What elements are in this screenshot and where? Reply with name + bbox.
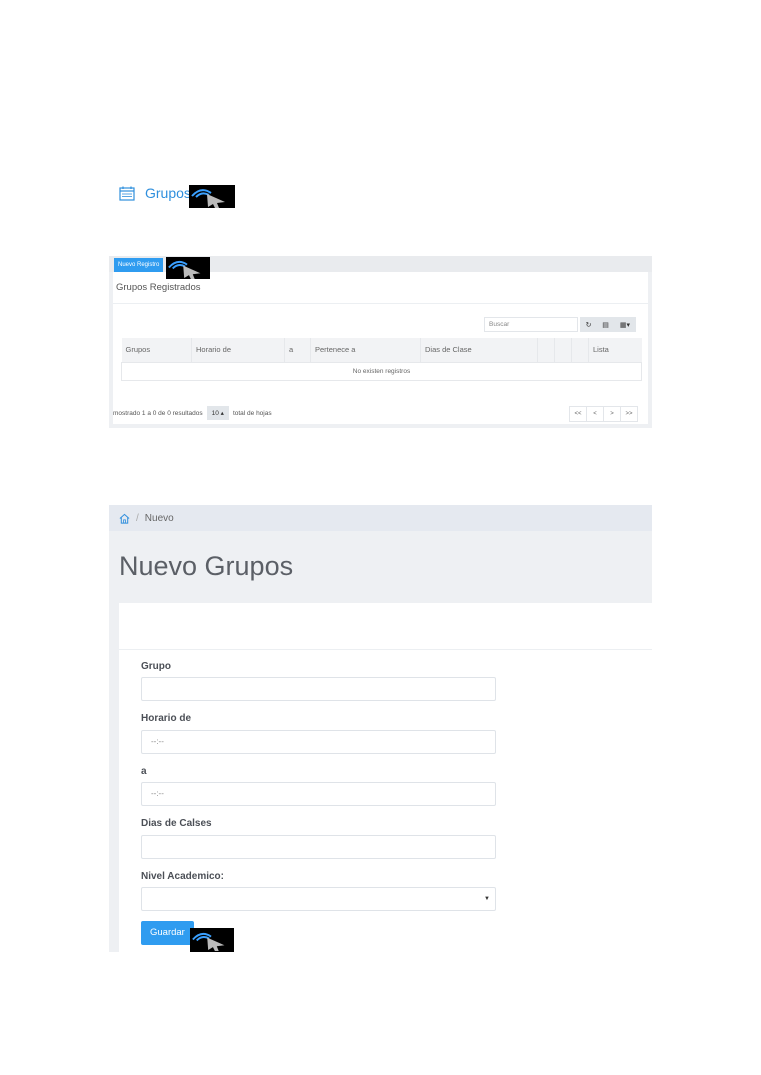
col-header[interactable] <box>571 338 589 362</box>
grupos-table: Grupos Horario de a Pertenece a Dias de … <box>121 338 642 381</box>
divider <box>119 649 652 650</box>
col-header[interactable]: Horario de <box>191 338 285 362</box>
refresh-button[interactable]: ↻ <box>580 317 597 332</box>
grupos-heading[interactable]: Grupos <box>119 184 191 202</box>
showing-text: mostrado 1 a 0 de 0 resultados <box>113 409 203 417</box>
form-card: Grupo Horario de --:-- a --:-- Dias de C… <box>119 603 652 952</box>
refresh-icon: ↻ <box>585 321 592 329</box>
prev-page-button[interactable]: < <box>586 406 604 422</box>
columns-icon: ▦▾ <box>619 321 631 329</box>
col-header[interactable] <box>554 338 572 362</box>
col-header[interactable]: Lista <box>588 338 642 362</box>
breadcrumb-separator: / <box>136 512 139 524</box>
click-cursor-icon <box>166 257 210 279</box>
horario-de-label: Horario de <box>141 713 192 724</box>
click-cursor-icon <box>190 928 234 952</box>
dias-label: Dias de Calses <box>141 818 212 829</box>
table-toolbar: ↻ ▤ ▦▾ <box>580 317 636 332</box>
first-page-button[interactable]: << <box>569 406 587 422</box>
nivel-label: Nivel Academico: <box>141 871 224 882</box>
search-input[interactable]: Buscar <box>484 317 578 332</box>
pagination-info: mostrado 1 a 0 de 0 resultados 10 ▴ tota… <box>113 406 272 420</box>
toggle-view-icon: ▤ <box>602 321 609 329</box>
dias-input[interactable] <box>141 835 496 859</box>
a-label: a <box>141 766 147 777</box>
card-title: Grupos Registrados <box>116 282 201 293</box>
pager: << < > >> <box>569 406 638 422</box>
col-header[interactable]: Dias de Clase <box>420 338 538 362</box>
total-pages-text: total de hojas <box>232 409 272 417</box>
columns-button[interactable]: ▦▾ <box>614 317 636 332</box>
breadcrumb: / Nuevo <box>109 505 652 531</box>
page-title: Nuevo Grupos <box>119 551 294 581</box>
nuevo-grupo-panel: / Nuevo Nuevo Grupos Grupo Horario de --… <box>109 505 652 952</box>
calendar-icon <box>119 186 135 201</box>
col-header[interactable]: a <box>284 338 311 362</box>
empty-message: No existen registros <box>121 361 642 381</box>
col-header[interactable] <box>537 338 555 362</box>
divider <box>113 303 648 304</box>
page-size-value: 10 <box>211 410 219 417</box>
grupo-label: Grupo <box>141 661 171 672</box>
next-page-button[interactable]: > <box>603 406 621 422</box>
grupos-list-panel: Nuevo Registro Grupos Registrados Buscar… <box>109 256 652 428</box>
grupos-card: Grupos Registrados Buscar ↻ ▤ ▦▾ Grupos … <box>113 272 648 424</box>
grupos-link[interactable]: Grupos <box>145 185 191 201</box>
click-cursor-icon <box>189 185 235 208</box>
grupo-input[interactable] <box>141 677 496 701</box>
breadcrumb-current: Nuevo <box>144 512 174 524</box>
home-icon[interactable] <box>119 513 130 524</box>
table-row: No existen registros <box>121 361 642 381</box>
col-header[interactable]: Pertenece a <box>310 338 421 362</box>
a-time-input[interactable]: --:-- <box>141 782 496 806</box>
page-size-dropdown[interactable]: 10 ▴ <box>206 406 229 420</box>
nuevo-registro-button[interactable]: Nuevo Registro <box>114 258 164 272</box>
toggle-view-button[interactable]: ▤ <box>597 317 614 332</box>
last-page-button[interactable]: >> <box>620 406 638 422</box>
nivel-select[interactable] <box>141 887 496 911</box>
col-header[interactable]: Grupos <box>121 338 192 362</box>
guardar-button[interactable]: Guardar <box>141 921 194 945</box>
horario-de-input[interactable]: --:-- <box>141 730 496 754</box>
